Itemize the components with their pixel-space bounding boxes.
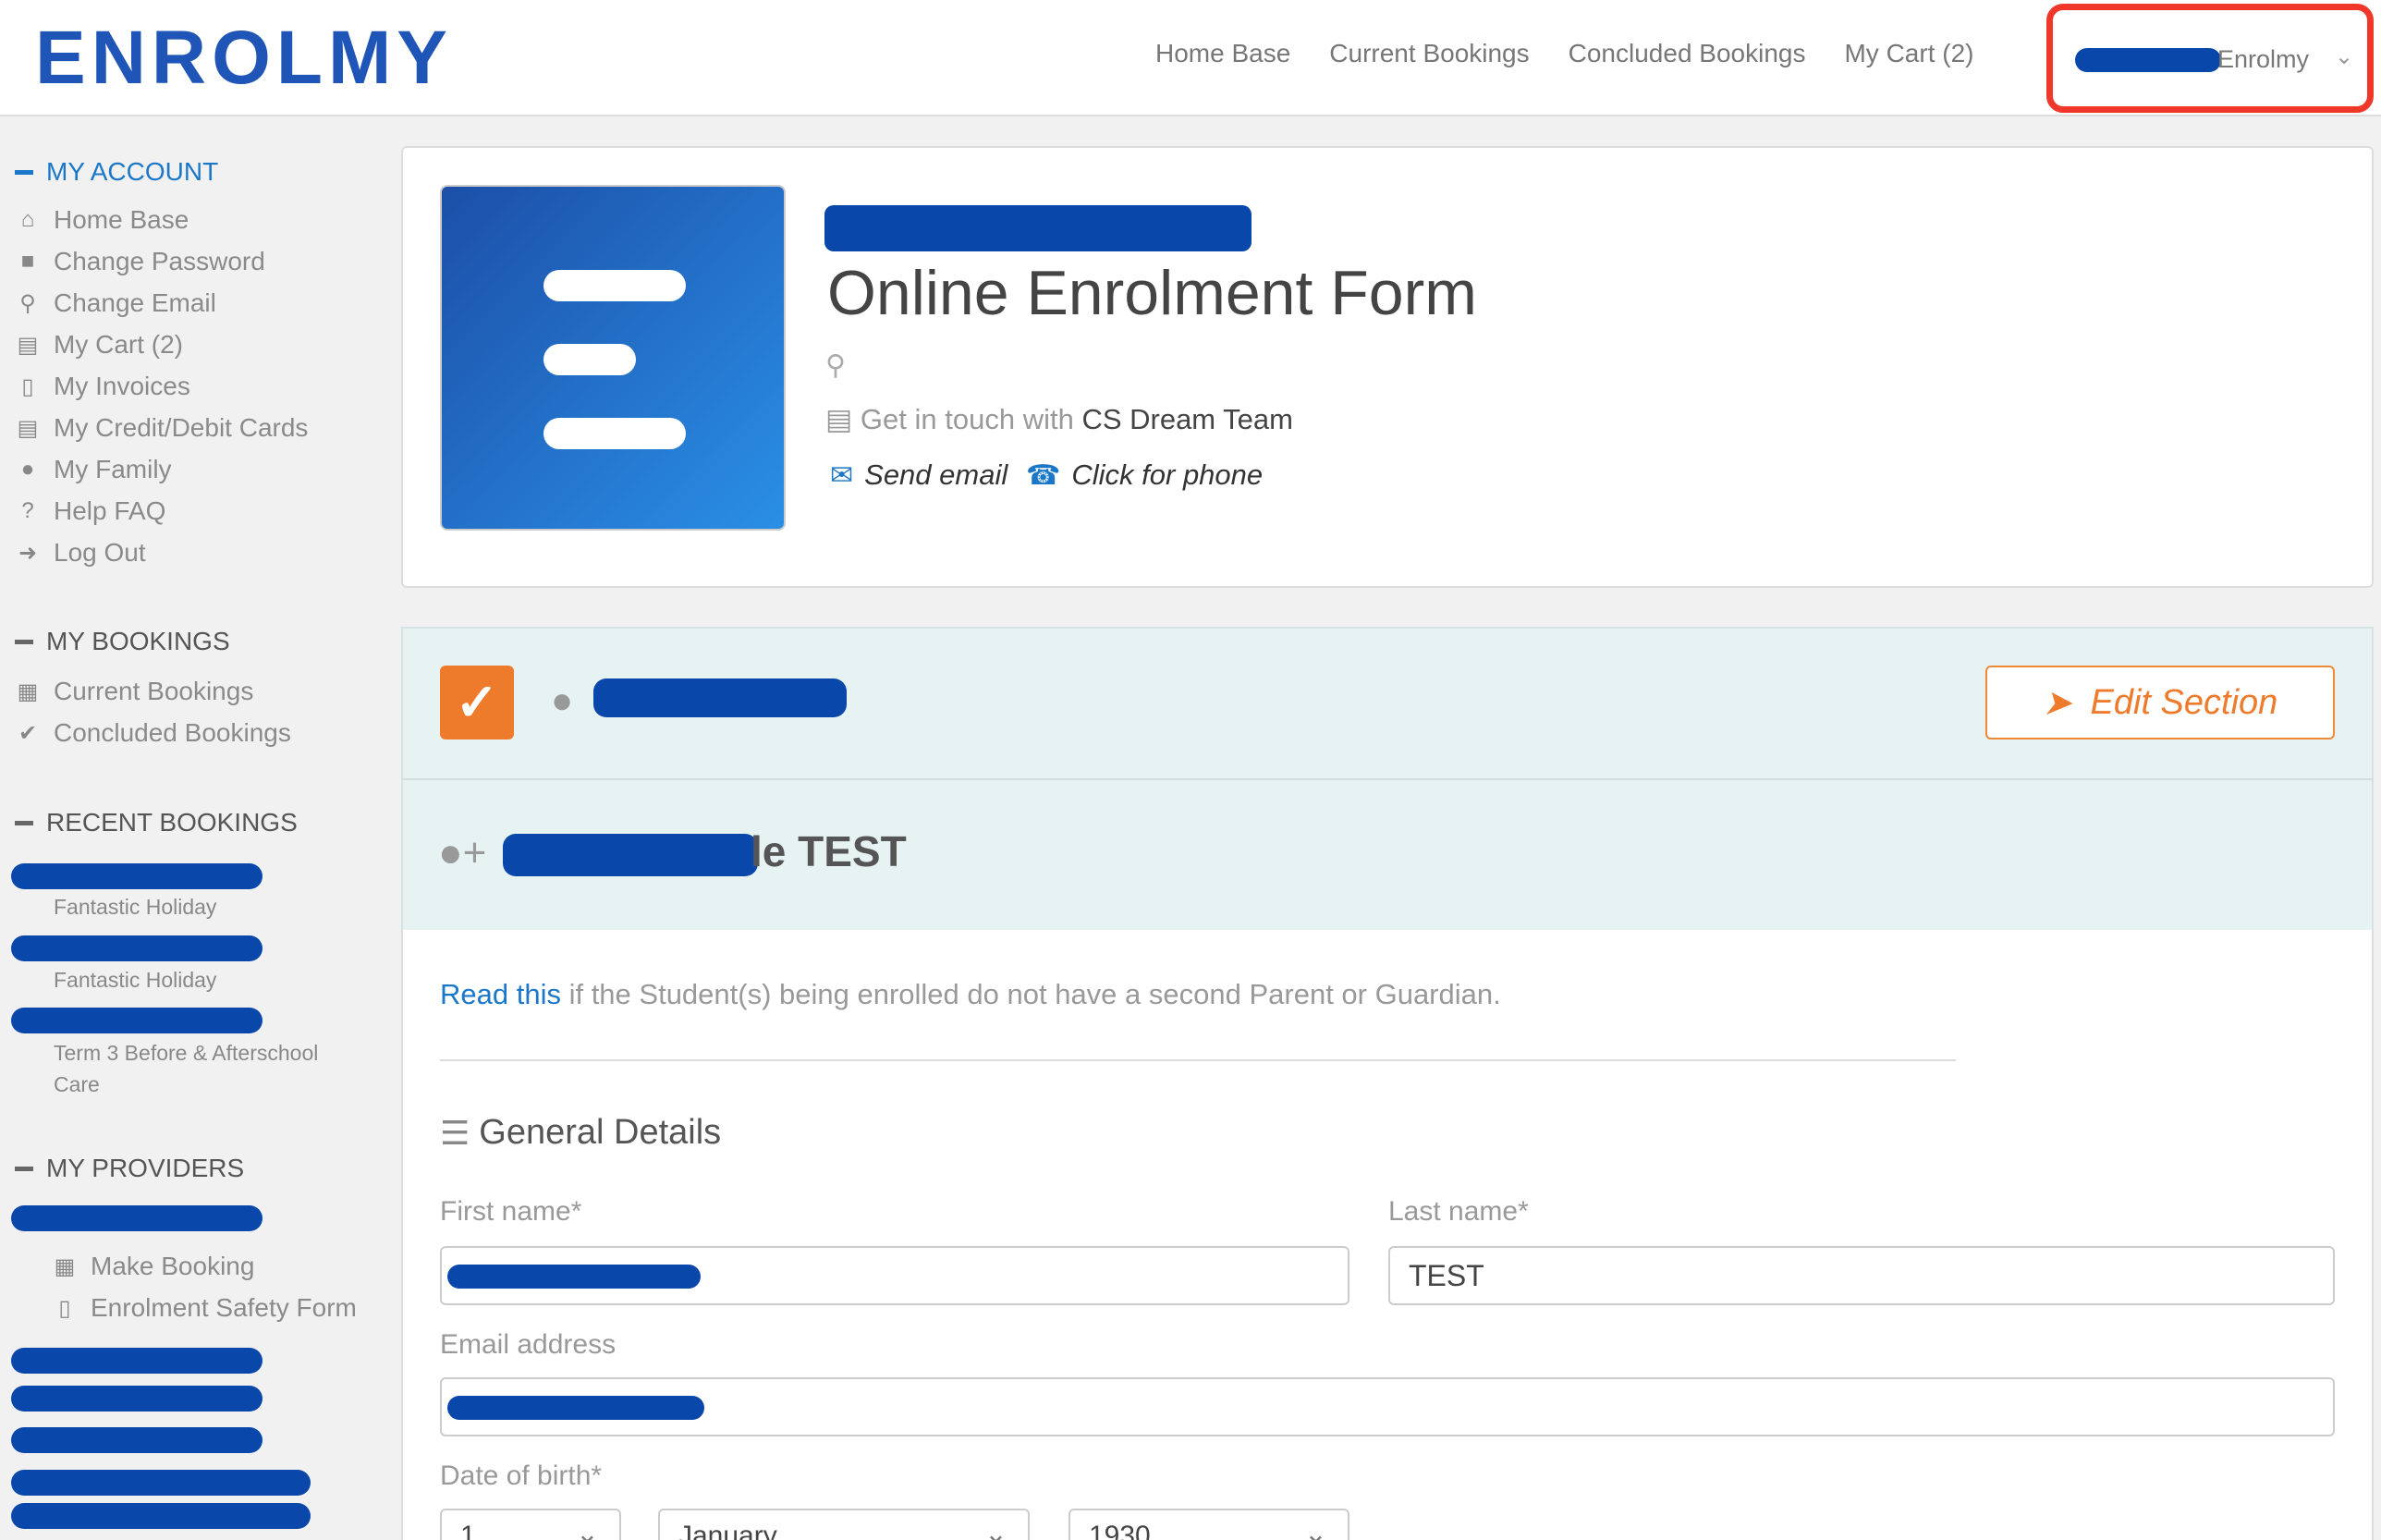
home-icon: ⌂ (20, 207, 35, 232)
family-icon: ● (20, 457, 35, 482)
email-field[interactable] (440, 1377, 2335, 1436)
provider-logo (440, 185, 786, 531)
contact-card-icon: ▤ (825, 403, 853, 435)
cart-icon: ▤ (17, 332, 39, 358)
nav-home-base[interactable]: Home Base (1155, 39, 1290, 68)
redacted-student-name (593, 678, 847, 717)
dob-year-select[interactable]: 1930 ⌄ (1068, 1509, 1349, 1540)
redacted-provider-name[interactable] (11, 1386, 263, 1412)
chevron-down-icon: ⌄ (575, 1519, 599, 1540)
sidebar-item-current-bookings[interactable]: ▦ Current Bookings (15, 677, 254, 706)
nav-current-bookings[interactable]: Current Bookings (1329, 39, 1529, 68)
nav-concluded-bookings[interactable]: Concluded Bookings (1569, 39, 1806, 68)
redacted-first-name (447, 1265, 701, 1289)
sidebar-heading-recent-bookings[interactable]: RECENT BOOKINGS (15, 808, 298, 837)
lock-icon: ■ (20, 249, 35, 274)
user-org-name: Enrolmy (2217, 45, 2310, 73)
redacted-provider-name[interactable] (11, 1427, 263, 1453)
sidebar-item-home-base[interactable]: ⌂ Home Base (15, 205, 189, 235)
divider (401, 778, 2374, 780)
person-icon: ● (551, 680, 574, 721)
team-name: CS Dream Team (1081, 403, 1293, 435)
read-this-note: Read this if the Student(s) being enroll… (440, 978, 1501, 1010)
collapse-icon (15, 1166, 33, 1171)
date-of-birth-label: Date of birth* (440, 1461, 603, 1491)
collapse-icon (15, 169, 33, 175)
recent-booking-sub: Fantastic Holiday (54, 895, 217, 919)
section-complete-check-icon: ✓ (440, 666, 514, 739)
recent-booking-sub: Term 3 Before & Afterschool Care (54, 1041, 319, 1096)
chevron-down-icon: ⌄ (2335, 44, 2354, 69)
general-details-heading: ☰ General Details (440, 1113, 722, 1152)
form-area (401, 930, 2374, 1540)
redacted-booking-name[interactable] (11, 1008, 263, 1033)
last-name-label: Last name* (1388, 1196, 1529, 1227)
redacted-provider-name[interactable] (11, 1503, 311, 1529)
top-nav: Home Base Current Bookings Concluded Boo… (1155, 39, 1973, 68)
sidebar-item-change-email[interactable]: ⚲ Change Email (15, 288, 216, 318)
sidebar-item-enrolment-safety-form[interactable]: ▯ Enrolment Safety Form (52, 1293, 356, 1323)
sidebar-item-my-cart[interactable]: ▤ My Cart (2) (15, 330, 183, 360)
last-name-field[interactable]: TEST (1388, 1246, 2335, 1305)
sidebar-heading-my-bookings[interactable]: MY BOOKINGS (15, 627, 230, 656)
phone-icon: ☎ (1026, 459, 1061, 491)
document-icon: ▯ (21, 373, 34, 399)
email-label: Email address (440, 1329, 617, 1360)
sidebar-item-my-family[interactable]: ● My Family (15, 455, 172, 484)
click-for-phone-link[interactable]: ☎ Click for phone (1026, 458, 1263, 492)
calendar-icon: ▦ (17, 678, 39, 704)
sidebar-heading-my-account[interactable]: MY ACCOUNT (15, 157, 218, 187)
guardian-name: le TEST (751, 827, 907, 875)
page-title: Online Enrolment Form (827, 258, 1477, 328)
add-person-icon: ●+ (438, 830, 487, 875)
chevron-down-icon: ⌄ (1303, 1519, 1327, 1540)
divider (440, 1059, 1956, 1061)
sidebar-item-concluded-bookings[interactable]: ✔ Concluded Bookings (15, 718, 291, 748)
user-menu-dropdown[interactable]: Enrolmy ⌄ (2046, 4, 2374, 113)
redacted-user-name (2075, 48, 2221, 72)
redacted-provider-name[interactable] (11, 1348, 263, 1374)
contact-line: ▤ Get in touch with CS Dream Team (825, 403, 1293, 435)
edit-section-button[interactable]: ➤ Edit Section (1985, 666, 2335, 739)
redacted-provider-name[interactable] (11, 1470, 311, 1496)
arrow-right-icon: ➤ (2042, 683, 2072, 723)
redacted-provider-name[interactable] (11, 1205, 263, 1231)
first-name-label: First name* (440, 1196, 582, 1227)
location-pin-icon: ⚲ (825, 350, 846, 381)
sidebar-item-my-invoices[interactable]: ▯ My Invoices (15, 372, 189, 401)
collapse-icon (15, 820, 33, 825)
envelope-icon: ✉ (830, 459, 854, 491)
enrolmy-logo[interactable]: ENROLMY (35, 18, 453, 98)
sidebar-item-help-faq[interactable]: ? Help FAQ (15, 496, 165, 526)
list-icon: ☰ (440, 1113, 470, 1152)
dob-day-select[interactable]: 1 ⌄ (440, 1509, 621, 1540)
collapse-icon (15, 639, 33, 644)
sidebar-item-make-booking[interactable]: ▦ Make Booking (52, 1252, 255, 1281)
calendar-icon: ▦ (54, 1253, 76, 1279)
help-icon: ? (21, 498, 34, 523)
key-icon: ⚲ (19, 290, 36, 316)
logout-icon: ➜ (18, 540, 38, 566)
redacted-booking-name[interactable] (11, 935, 263, 961)
sidebar-item-log-out[interactable]: ➜ Log Out (15, 538, 146, 568)
document-icon: ▯ (58, 1295, 71, 1321)
read-this-link[interactable]: Read this (440, 978, 561, 1010)
send-email-link[interactable]: ✉ Send email (830, 458, 1007, 492)
sidebar-item-my-cards[interactable]: ▤ My Credit/Debit Cards (15, 413, 309, 443)
redacted-guardian-name (503, 834, 758, 876)
check-circle-icon: ✔ (18, 720, 38, 746)
chevron-down-icon: ⌄ (983, 1519, 1007, 1540)
dob-month-select[interactable]: January ⌄ (658, 1509, 1030, 1540)
sidebar-heading-my-providers[interactable]: MY PROVIDERS (15, 1154, 244, 1183)
redacted-booking-name[interactable] (11, 863, 263, 889)
redacted-provider-name (824, 205, 1252, 251)
sidebar-item-change-password[interactable]: ■ Change Password (15, 247, 265, 276)
recent-booking-sub: Fantastic Holiday (54, 968, 217, 992)
redacted-email (447, 1396, 704, 1420)
credit-card-icon: ▤ (17, 415, 39, 441)
top-bar: ENROLMY Home Base Current Bookings Concl… (0, 0, 2381, 116)
nav-my-cart[interactable]: My Cart (2) (1844, 39, 1973, 68)
